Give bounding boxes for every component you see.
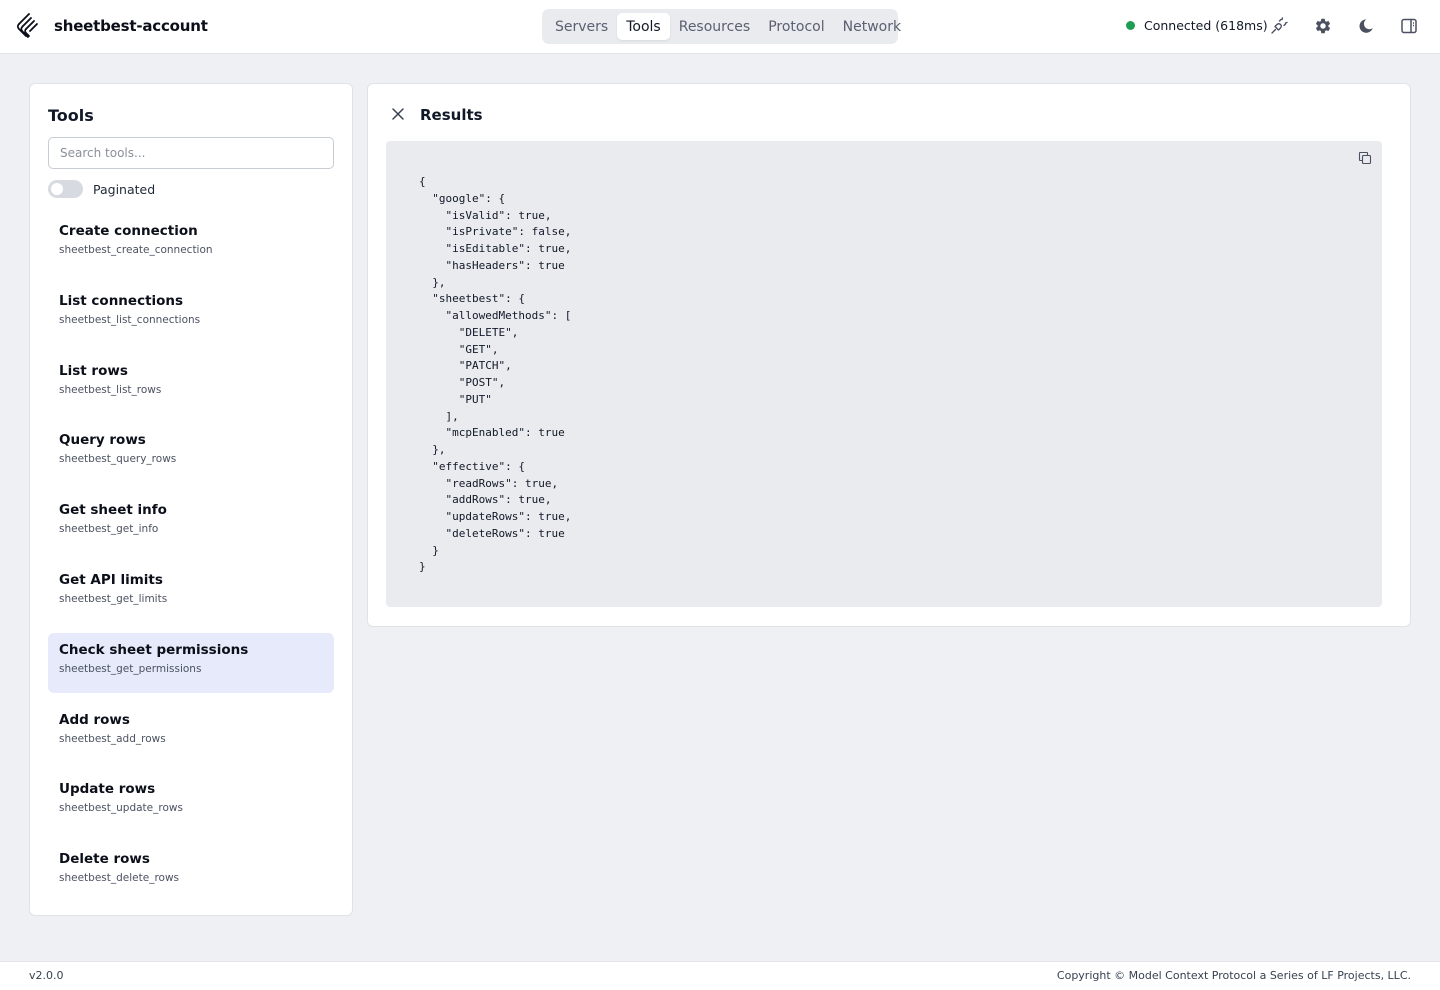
- tool-item-get-sheet-info[interactable]: Get sheet info sheetbest_get_info: [48, 493, 334, 553]
- main-tabs: Servers Tools Resources Protocol Network: [542, 9, 901, 44]
- search-tools-input[interactable]: [48, 137, 334, 169]
- results-json: { "google": { "isValid": true, "isPrivat…: [419, 175, 572, 574]
- tool-id: sheetbest_list_rows: [59, 383, 162, 396]
- tool-id: sheetbest_add_rows: [59, 732, 166, 745]
- tool-item-create-connection[interactable]: Create connection sheetbest_create_conne…: [48, 214, 334, 274]
- tool-name: Create connection: [59, 223, 198, 239]
- status-text: Connected (618ms): [1144, 18, 1268, 33]
- status-dot: [1126, 21, 1135, 30]
- tool-name: List connections: [59, 292, 184, 309]
- tab-resources[interactable]: Resources: [670, 13, 760, 40]
- footer: v2.0.0 Copyright © Model Context Protoco…: [0, 961, 1440, 990]
- tool-id: sheetbest_delete_rows: [59, 872, 180, 885]
- copy-icon[interactable]: [1358, 151, 1372, 165]
- tool-item-check-sheet-permissions[interactable]: Check sheet permissions sheetbest_get_pe…: [48, 632, 334, 693]
- tool-name: Check sheet permissions: [59, 641, 249, 658]
- sidebar-toggle-icon[interactable]: [1400, 17, 1418, 35]
- tool-name: Add rows: [59, 711, 130, 728]
- tab-network[interactable]: Network: [834, 13, 910, 40]
- logo-icon: [16, 13, 38, 38]
- paginated-toggle[interactable]: [48, 180, 83, 198]
- tool-item-query-rows[interactable]: Query rows sheetbest_query_rows: [48, 423, 334, 483]
- tool-id: sheetbest_update_rows: [59, 802, 183, 815]
- tool-name: Get API limits: [59, 571, 163, 588]
- tool-name: Update rows: [59, 781, 156, 798]
- tool-name: Get sheet info: [59, 502, 167, 519]
- tab-tools[interactable]: Tools: [617, 13, 670, 40]
- results-title: Results: [420, 106, 483, 124]
- tool-item-get-api-limits[interactable]: Get API limits sheetbest_get_limits: [48, 563, 334, 623]
- toggle-knob: [51, 183, 63, 195]
- tool-id: sheetbest_query_rows: [59, 453, 177, 466]
- app-name: sheetbest-account: [54, 17, 208, 35]
- tool-item-list-connections[interactable]: List connections sheetbest_list_connecti…: [48, 284, 334, 344]
- tab-servers[interactable]: Servers: [546, 13, 617, 40]
- plug-icon[interactable]: [1270, 17, 1288, 35]
- tools-panel-title: Tools: [48, 106, 94, 125]
- tool-id: sheetbest_get_permissions: [59, 662, 202, 675]
- tool-name: List rows: [59, 362, 128, 379]
- top-bar: sheetbest-account Servers Tools Resource…: [0, 0, 1440, 54]
- gear-icon[interactable]: [1314, 17, 1332, 35]
- tool-item-add-rows[interactable]: Add rows sheetbest_add_rows: [48, 703, 334, 763]
- moon-icon[interactable]: [1357, 17, 1375, 35]
- version-label: v2.0.0: [29, 969, 64, 982]
- tool-id: sheetbest_get_limits: [59, 592, 168, 605]
- tool-id: sheetbest_list_connections: [59, 313, 201, 326]
- tools-panel: Tools Paginated Create connection sheetb…: [29, 83, 353, 916]
- tab-protocol[interactable]: Protocol: [759, 13, 833, 40]
- tool-id: sheetbest_create_connection: [59, 244, 213, 256]
- results-code-block: { "google": { "isValid": true, "isPrivat…: [386, 141, 1382, 607]
- tool-name: Query rows: [59, 432, 146, 449]
- tool-item-update-rows[interactable]: Update rows sheetbest_update_rows: [48, 772, 334, 832]
- tool-list: Create connection sheetbest_create_conne…: [48, 214, 334, 912]
- paginated-label: Paginated: [93, 182, 156, 197]
- close-icon[interactable]: [390, 106, 406, 122]
- connection-status: Connected (618ms): [1126, 18, 1268, 33]
- tool-item-list-rows[interactable]: List rows sheetbest_list_rows: [48, 354, 334, 414]
- copyright-text: Copyright © Model Context Protocol a Ser…: [1056, 969, 1411, 982]
- tool-item-delete-rows[interactable]: Delete rows sheetbest_delete_rows: [48, 842, 334, 902]
- tool-name: Delete rows: [59, 851, 150, 868]
- results-panel: Results { "google": { "isValid": true, "…: [367, 83, 1411, 627]
- tool-id: sheetbest_get_info: [59, 523, 159, 536]
